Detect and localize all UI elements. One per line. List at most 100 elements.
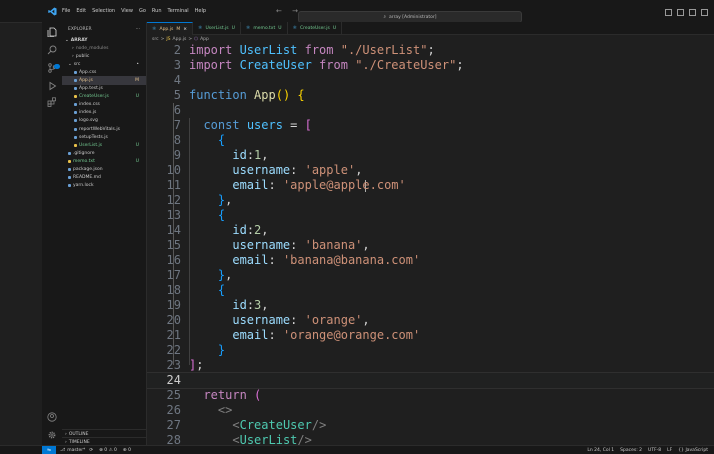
code-line[interactable]: 22 } <box>147 343 714 358</box>
file-icon <box>68 176 71 180</box>
line-number: 5 <box>173 88 181 102</box>
tree-item[interactable]: .gitignore <box>62 149 146 157</box>
toggle-sidebar-icon[interactable] <box>665 9 672 16</box>
toggle-panel-icon[interactable] <box>677 9 684 16</box>
encoding[interactable]: UTF-8 <box>648 448 661 453</box>
chevron-right-icon: › <box>65 431 67 437</box>
sync-icon[interactable]: ⟳ <box>89 448 93 453</box>
tree-item[interactable]: UserList.js U <box>62 141 146 149</box>
code-line[interactable]: 2 import UserList from "./UserList"; <box>147 43 714 58</box>
tree-item[interactable]: README.md <box>62 174 146 182</box>
cursor-position[interactable]: Ln 24, Col 1 <box>587 448 614 453</box>
tree-item[interactable]: yarn.lock <box>62 182 146 190</box>
explorer-files-icon[interactable] <box>46 26 58 38</box>
code-line[interactable]: 6 <box>147 103 714 118</box>
language-mode[interactable]: {} JavaScript <box>678 448 708 453</box>
file-icon <box>74 111 77 115</box>
tree-item[interactable]: ⌄ src • <box>62 60 146 68</box>
code-line[interactable]: 12 }, <box>147 193 714 208</box>
tree-item[interactable]: reportWebVitals.js <box>62 125 146 133</box>
line-code: <> <box>189 403 232 418</box>
ports-status[interactable]: ⊕ 0 <box>123 448 131 453</box>
code-editor[interactable]: 2 import UserList from "./UserList"; 3 impo… <box>147 43 714 445</box>
git-status-mark: • <box>136 61 139 67</box>
run-debug-icon[interactable] <box>46 80 58 92</box>
settings-gear-icon[interactable] <box>46 429 58 441</box>
menu-go[interactable]: Go <box>139 8 146 14</box>
menu-edit[interactable]: Edit <box>76 8 86 14</box>
editor-tab[interactable]: ⚛ App.js M × <box>147 22 193 35</box>
code-line[interactable]: 20 username: 'orange', <box>147 313 714 328</box>
editor-tab[interactable]: ⚛ CreateUser.js U <box>288 22 343 34</box>
branch-name[interactable]: master* <box>67 448 85 453</box>
code-line[interactable]: 5 function App() { <box>147 88 714 103</box>
code-line[interactable]: 27 <CreateUser/> <box>147 418 714 433</box>
menu-view[interactable]: View <box>121 8 133 14</box>
code-line[interactable]: 28 <UserList/> <box>147 433 714 445</box>
code-line[interactable]: 25 return ( <box>147 388 714 403</box>
tab-git-status: M <box>176 26 181 32</box>
more-actions-icon[interactable]: ··· <box>136 27 140 32</box>
tree-item[interactable]: CreateUser.js U <box>62 93 146 101</box>
project-root[interactable]: ⌄ ARRAY <box>62 36 146 44</box>
line-number: 22 <box>166 343 181 357</box>
code-line[interactable]: 19 id:3, <box>147 298 714 313</box>
menu-selection[interactable]: Selection <box>92 8 115 14</box>
extensions-icon[interactable] <box>46 96 58 108</box>
code-token: : <box>290 313 305 327</box>
breadcrumb-file[interactable]: App.js <box>173 37 187 42</box>
code-line[interactable]: 7 const users = [ <box>147 118 714 133</box>
code-line[interactable]: 23]; <box>147 358 714 373</box>
indentation[interactable]: Spaces: 2 <box>620 448 642 453</box>
code-line[interactable]: 21 email: 'orange@orange.com' <box>147 328 714 343</box>
tree-item[interactable]: App.css <box>62 68 146 76</box>
menu-file[interactable]: File <box>62 8 70 14</box>
tree-item[interactable]: package.json <box>62 166 146 174</box>
code-line[interactable]: 26 <> <box>147 403 714 418</box>
customize-layout-icon[interactable] <box>701 9 708 16</box>
breadcrumb-symbol[interactable]: App <box>200 37 209 42</box>
search-icon[interactable] <box>46 44 58 56</box>
code-line[interactable]: 18 { <box>147 283 714 298</box>
tree-item-label: App.css <box>79 69 97 75</box>
tree-item[interactable]: App.test.js <box>62 85 146 93</box>
menu-run[interactable]: Run <box>152 8 162 14</box>
menu-terminal[interactable]: Terminal <box>168 8 189 14</box>
line-number: 16 <box>166 253 181 267</box>
tree-item[interactable]: › node_modules <box>62 44 146 52</box>
tree-item[interactable]: memo.txt U <box>62 157 146 165</box>
toggle-secondary-sidebar-icon[interactable] <box>689 9 696 16</box>
menu-help[interactable]: Help <box>195 8 206 14</box>
code-line[interactable]: 14 id:2, <box>147 223 714 238</box>
code-line[interactable]: 13 { <box>147 208 714 223</box>
tree-item[interactable]: logo.svg <box>62 117 146 125</box>
code-line[interactable]: 3 import CreateUser from "./CreateUser"; <box>147 58 714 73</box>
editor-tab[interactable]: ⚛ UserList.js U <box>193 22 241 34</box>
code-line[interactable]: 8 { <box>147 133 714 148</box>
tree-item[interactable]: setupTests.js <box>62 133 146 141</box>
problems-status[interactable]: ⊗ 0 ⚠ 0 <box>99 448 117 453</box>
breadcrumb-src[interactable]: src <box>152 37 159 42</box>
account-icon[interactable] <box>46 411 58 423</box>
end-of-line[interactable]: LF <box>667 448 672 453</box>
code-token: username <box>232 163 291 177</box>
editor-tab[interactable]: ⚛ memo.txt U <box>241 22 288 34</box>
code-line[interactable]: 17 }, <box>147 268 714 283</box>
code-line[interactable]: 24 <box>147 372 714 389</box>
tree-item[interactable]: index.js <box>62 109 146 117</box>
tree-item[interactable]: › public <box>62 52 146 60</box>
tree-item[interactable]: App.js M <box>62 76 146 85</box>
close-tab-icon[interactable]: × <box>183 27 187 32</box>
tree-item[interactable]: index.css <box>62 101 146 109</box>
code-line[interactable]: 9 id:1, <box>147 148 714 163</box>
code-line[interactable]: 16 email: 'banana@banana.com' <box>147 253 714 268</box>
line-number: 11 <box>166 178 181 192</box>
tree-item-label: index.js <box>79 110 97 116</box>
code-line[interactable]: 10 username: 'apple', <box>147 163 714 178</box>
code-line[interactable]: 4 <box>147 73 714 88</box>
code-token: email <box>232 253 269 267</box>
code-line[interactable]: 11 email: 'apple@apple.com' <box>147 178 714 193</box>
code-line[interactable]: 15 username: 'banana', <box>147 238 714 253</box>
